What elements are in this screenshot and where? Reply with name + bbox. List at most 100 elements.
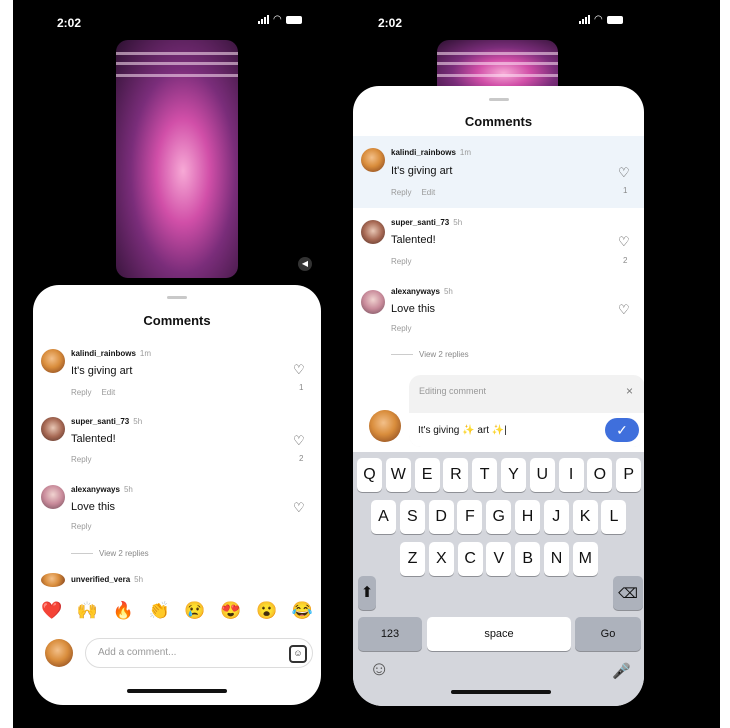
- avatar[interactable]: [41, 573, 65, 587]
- comment-text: It's giving art: [391, 165, 453, 177]
- emoji-fire[interactable]: 🔥: [113, 601, 134, 621]
- reply-button[interactable]: Reply: [71, 522, 91, 531]
- backspace-key[interactable]: ⌫: [613, 576, 643, 610]
- comment-username[interactable]: alexanyways 5h: [391, 287, 453, 296]
- edit-comment-input[interactable]: It's giving ✨ art ✨| ✓: [409, 413, 644, 447]
- sheet-grabber[interactable]: [489, 98, 509, 101]
- comment-username[interactable]: unverified_vera 5h: [71, 575, 143, 584]
- comment-row: alexanyways 5h Love this Reply ♡ View 2 r…: [33, 479, 321, 559]
- signal-icon: [579, 15, 590, 24]
- emoji-heart[interactable]: ❤️: [41, 601, 62, 621]
- emoji-keyboard-icon[interactable]: ☺: [369, 658, 389, 681]
- avatar[interactable]: [41, 349, 65, 373]
- key-t[interactable]: T: [472, 458, 498, 492]
- reply-button[interactable]: Reply: [391, 324, 411, 333]
- key-m[interactable]: M: [572, 542, 598, 576]
- view-replies-link[interactable]: View 2 replies: [71, 549, 149, 558]
- battery-icon: [606, 15, 623, 24]
- reply-button[interactable]: Reply: [71, 388, 91, 397]
- avatar[interactable]: [41, 417, 65, 441]
- key-r[interactable]: R: [443, 458, 469, 492]
- edit-button[interactable]: Edit: [421, 188, 435, 197]
- like-count: 1: [299, 383, 304, 392]
- comment-actions: Reply: [391, 324, 421, 333]
- key-v[interactable]: V: [486, 542, 512, 576]
- status-icons: ◠: [579, 14, 623, 25]
- comment-row: kalindi_rainbows 1m It's giving art Reply…: [33, 343, 321, 403]
- key-z[interactable]: Z: [400, 542, 425, 576]
- key-k[interactable]: K: [572, 500, 598, 534]
- like-heart-icon[interactable]: ♡: [293, 434, 305, 447]
- comments-sheet: Comments kalindi_rainbows 1m It's giving …: [353, 86, 644, 706]
- like-heart-icon[interactable]: ♡: [618, 303, 630, 316]
- key-q[interactable]: Q: [357, 458, 382, 492]
- key-s[interactable]: S: [399, 500, 425, 534]
- like-heart-icon[interactable]: ♡: [618, 166, 630, 179]
- view-replies-link[interactable]: View 2 replies: [391, 350, 469, 359]
- comment-username[interactable]: super_santi_73 5h: [71, 417, 142, 426]
- emoji-heart-eyes[interactable]: 😍: [220, 601, 241, 621]
- key-w[interactable]: W: [385, 458, 411, 492]
- app-frame: 2:02 ◠ ◀ Comments kalindi_rainbows 1m It'…: [13, 0, 720, 728]
- comment-username[interactable]: alexanyways 5h: [71, 485, 133, 494]
- edit-comment-box: Editing comment × It's giving ✨ art ✨| ✓: [409, 375, 644, 447]
- key-h[interactable]: H: [515, 500, 540, 534]
- key-g[interactable]: G: [486, 500, 512, 534]
- emoji-clap[interactable]: 👏: [148, 601, 169, 621]
- key-l[interactable]: L: [601, 500, 627, 534]
- comment-username[interactable]: kalindi_rainbows 1m: [391, 148, 471, 157]
- comment-text: Love this: [71, 501, 116, 513]
- reply-button[interactable]: Reply: [71, 455, 91, 464]
- key-e[interactable]: E: [414, 458, 440, 492]
- shift-key[interactable]: ⬆: [358, 576, 376, 610]
- like-heart-icon[interactable]: ♡: [618, 235, 630, 248]
- emoji-laughing[interactable]: 😂: [292, 601, 313, 621]
- numbers-key[interactable]: 123: [358, 617, 422, 651]
- key-u[interactable]: U: [529, 458, 555, 492]
- reel-video[interactable]: [116, 40, 238, 278]
- comment-placeholder: Add a comment...: [98, 647, 177, 658]
- comment-username[interactable]: super_santi_73 5h: [391, 218, 462, 227]
- go-key[interactable]: Go: [575, 617, 641, 651]
- like-heart-icon[interactable]: ♡: [293, 501, 305, 514]
- key-f[interactable]: F: [457, 500, 483, 534]
- comment-text: Talented!: [71, 433, 116, 445]
- avatar[interactable]: [41, 485, 65, 509]
- microphone-icon[interactable]: 🎤: [612, 662, 631, 680]
- avatar[interactable]: [361, 290, 385, 314]
- space-key[interactable]: space: [427, 617, 571, 651]
- key-b[interactable]: B: [515, 542, 541, 576]
- comment-input[interactable]: Add a comment...: [85, 638, 313, 668]
- comment-actions: Reply Edit: [391, 188, 445, 197]
- edit-button[interactable]: Edit: [101, 388, 115, 397]
- sticker-icon[interactable]: ☺: [289, 645, 307, 663]
- key-x[interactable]: X: [428, 542, 454, 576]
- like-heart-icon[interactable]: ♡: [293, 363, 305, 376]
- my-avatar: [369, 410, 401, 442]
- close-icon[interactable]: ×: [626, 384, 633, 398]
- reply-button[interactable]: Reply: [391, 188, 411, 197]
- emoji-crying[interactable]: 😢: [184, 601, 205, 621]
- comment-username[interactable]: kalindi_rainbows 1m: [71, 349, 151, 358]
- key-i[interactable]: I: [558, 458, 584, 492]
- key-n[interactable]: N: [544, 542, 569, 576]
- key-j[interactable]: J: [543, 500, 569, 534]
- key-d[interactable]: D: [428, 500, 454, 534]
- key-a[interactable]: A: [371, 500, 396, 534]
- edit-comment-value: It's giving ✨ art ✨|: [418, 425, 507, 436]
- avatar[interactable]: [361, 148, 385, 172]
- mute-icon[interactable]: ◀: [298, 257, 312, 271]
- key-y[interactable]: Y: [501, 458, 526, 492]
- sheet-title: Comments: [143, 313, 211, 328]
- confirm-check-icon[interactable]: ✓: [605, 418, 639, 442]
- sheet-grabber[interactable]: [167, 296, 187, 299]
- comment-actions: Reply: [71, 522, 101, 531]
- key-c[interactable]: C: [457, 542, 483, 576]
- avatar[interactable]: [361, 220, 385, 244]
- emoji-surprised[interactable]: 😮: [256, 601, 277, 621]
- key-o[interactable]: O: [587, 458, 613, 492]
- emoji-raised-hands[interactable]: 🙌: [77, 601, 98, 621]
- key-p[interactable]: P: [616, 458, 642, 492]
- reply-button[interactable]: Reply: [391, 257, 411, 266]
- comment-text: It's giving art: [71, 365, 133, 377]
